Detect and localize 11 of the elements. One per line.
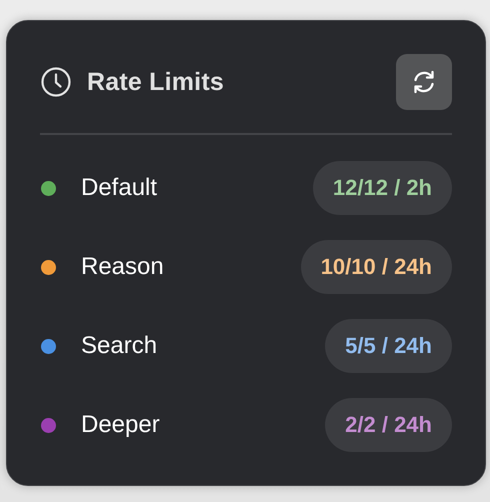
usage-badge: 2/2 / 24h bbox=[325, 398, 452, 452]
limit-name: Deeper bbox=[81, 411, 161, 439]
panel-title: Rate Limits bbox=[87, 68, 224, 96]
usage-badge: 10/10 / 24h bbox=[300, 240, 452, 294]
clock-icon bbox=[40, 66, 72, 98]
limit-name: Search bbox=[81, 332, 158, 360]
refresh-button[interactable] bbox=[396, 54, 452, 110]
usage-badge: 12/12 / 2h bbox=[312, 161, 452, 215]
limit-name: Default bbox=[81, 174, 158, 202]
limit-name: Reason bbox=[81, 253, 165, 281]
usage-badge: 5/5 / 24h bbox=[325, 319, 452, 373]
